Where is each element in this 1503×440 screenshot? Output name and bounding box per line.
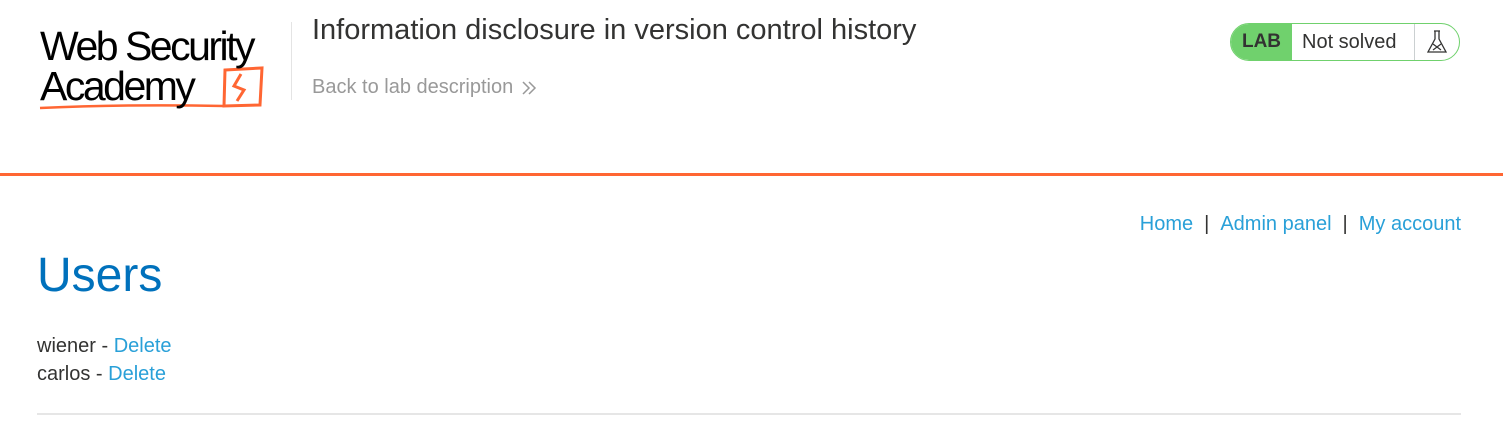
user-name: carlos (37, 363, 91, 385)
header-divider (291, 22, 292, 100)
lab-status-widget: LAB Not solved (1230, 23, 1460, 61)
flask-icon (1414, 24, 1459, 60)
user-separator: - (90, 363, 109, 385)
lab-status-text: Not solved (1302, 30, 1397, 53)
nav-home-link[interactable]: Home (1140, 213, 1193, 235)
page-title: Users (37, 249, 163, 302)
list-item: carlos - Delete (37, 360, 172, 388)
web-security-academy-logo[interactable]: Web Security Academy (38, 18, 288, 113)
divider (37, 413, 1461, 415)
logo-text-line1: Web Security (40, 23, 256, 69)
back-to-lab-description-link[interactable]: Back to lab description (312, 76, 537, 99)
double-chevron-right-icon (522, 80, 537, 95)
lab-title: Information disclosure in version contro… (312, 14, 917, 46)
nav-separator: | (1342, 213, 1348, 235)
user-list: wiener - Delete carlos - Delete (37, 332, 172, 388)
back-link-label: Back to lab description (312, 76, 514, 98)
user-name: wiener (37, 335, 96, 357)
lab-header: Web Security Academy Information disclos… (0, 0, 1503, 176)
list-item: wiener - Delete (37, 332, 172, 360)
top-nav: Home | Admin panel | My account (1140, 213, 1461, 236)
delete-user-wiener-link[interactable]: Delete (114, 335, 172, 357)
logo-text-line2: Academy (40, 63, 196, 109)
nav-separator: | (1204, 213, 1210, 235)
nav-my-account-link[interactable]: My account (1359, 213, 1461, 235)
nav-admin-panel-link[interactable]: Admin panel (1220, 213, 1331, 235)
user-separator: - (95, 335, 114, 357)
lab-badge: LAB (1231, 24, 1292, 60)
delete-user-carlos-link[interactable]: Delete (108, 363, 166, 385)
